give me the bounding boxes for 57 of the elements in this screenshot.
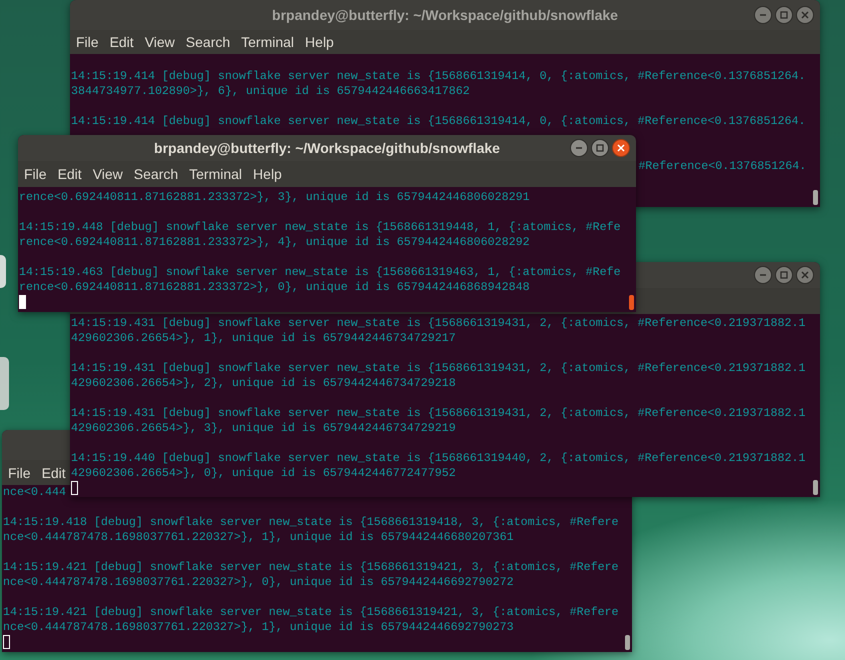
- terminal-line: #Reference<0.1376851264.: [638, 159, 806, 174]
- terminal-line: 3844734977.102890>}, 6}, unique id is 6579442446663417862: [71, 84, 470, 99]
- terminal-line: nce<0.444: [3, 485, 66, 500]
- terminal-line: nce<0.444787478.1698037761.220327>}, 1}, unique id is 6579442446692790273: [3, 620, 514, 635]
- terminal-line: 14:15:19.463 [debug] snowflake server new_state is {1568661319463, 1, {:atomics, #Refe: [19, 265, 621, 280]
- terminal-line: 429602306.26654>}, 1}, unique id is 6579442446734729217: [71, 331, 456, 346]
- menu-item[interactable]: Terminal: [189, 166, 242, 182]
- menu-item[interactable]: Edit: [42, 464, 66, 480]
- maximize-icon: [780, 271, 788, 279]
- terminal-line: 429602306.26654>}, 2}, unique id is 6579442446734729218: [71, 376, 456, 391]
- terminal-line: rence<0.692440811.87162881.233372>}, 4}, unique id is 6579442446806028292: [19, 235, 530, 250]
- menu-item[interactable]: View: [92, 166, 123, 182]
- terminal-line: 14:15:19.440 [debug] snowflake server new_state is {1568661319440, 2, {:atomics, #Reference<0.219371882.1: [71, 451, 806, 466]
- terminal-line: rence<0.692440811.87162881.233372>}, 0}, unique id is 6579442446868942848: [19, 280, 530, 295]
- maximize-icon: [780, 11, 788, 19]
- terminal-line: 14:15:19.448 [debug] snowflake server new_state is {1568661319448, 1, {:atomics, #Refe: [19, 220, 621, 235]
- terminal-line: 14:15:19.414 [debug] snowflake server new_state is {1568661319414, 0, {:atomics, #Reference<0.1376851264.: [71, 69, 806, 84]
- menu-item[interactable]: Help: [253, 166, 282, 182]
- maximize-button[interactable]: [775, 266, 793, 284]
- maximize-button[interactable]: [591, 139, 609, 157]
- menu-item[interactable]: Help: [305, 34, 334, 50]
- scrollbar-thumb[interactable]: [625, 635, 630, 650]
- menu-item[interactable]: Edit: [58, 166, 82, 182]
- menu-item[interactable]: Search: [134, 166, 178, 182]
- scrollbar-thumb[interactable]: [813, 190, 818, 205]
- terminal-line: rence<0.692440811.87162881.233372>}, 3}, unique id is 6579442446806028291: [19, 190, 530, 205]
- menu-item[interactable]: File: [8, 464, 31, 480]
- terminal-line: 14:15:19.431 [debug] snowflake server new_state is {1568661319431, 2, {:atomics, #Reference<0.219371882.1: [71, 406, 806, 421]
- close-icon: [617, 144, 625, 152]
- window-title: brpandey@butterfly: ~/Workspace/github/snowflake: [272, 7, 618, 23]
- terminal-line: 14:15:19.414 [debug] snowflake server new_state is {1568661319414, 0, {:atomics, #Reference<0.1376851264.: [71, 114, 806, 129]
- terminal-line: 14:15:19.431 [debug] snowflake server new_state is {1568661319431, 2, {:atomics, #Reference<0.219371882.1: [71, 361, 806, 376]
- terminal-line: nce<0.444787478.1698037761.220327>}, 0}, unique id is 6579442446692790272: [3, 575, 514, 590]
- menu-item[interactable]: Edit: [110, 34, 134, 50]
- menu-item[interactable]: File: [76, 34, 99, 50]
- close-icon: [801, 11, 809, 19]
- terminal-line: 14:15:19.421 [debug] snowflake server new_state is {1568661319421, 3, {:atomics, #Refere: [3, 560, 619, 575]
- terminal-line: nce<0.444787478.1698037761.220327>}, 1}, unique id is 6579442446680207361: [3, 530, 514, 545]
- menu-item[interactable]: File: [24, 166, 47, 182]
- minimize-button[interactable]: [754, 6, 772, 24]
- window-title: brpandey@butterfly: ~/Workspace/github/snowflake: [154, 140, 500, 156]
- terminal-line: 429602306.26654>}, 0}, unique id is 6579442446772477952: [71, 466, 456, 481]
- terminal-line: 14:15:19.431 [debug] snowflake server new_state is {1568661319431, 2, {:atomics, #Reference<0.219371882.1: [71, 316, 806, 331]
- maximize-icon: [596, 144, 604, 152]
- maximize-button[interactable]: [775, 6, 793, 24]
- minimize-button[interactable]: [754, 266, 772, 284]
- scrollbar-thumb[interactable]: [813, 480, 818, 495]
- terminal-line: 429602306.26654>}, 3}, unique id is 6579442446734729219: [71, 421, 456, 436]
- terminal-line: 14:15:19.421 [debug] snowflake server new_state is {1568661319421, 3, {:atomics, #Refere: [3, 605, 619, 620]
- menu-item[interactable]: Search: [186, 34, 230, 50]
- terminal-line: 14:15:19.418 [debug] snowflake server new_state is {1568661319418, 3, {:atomics, #Refere: [3, 515, 619, 530]
- minimize-button[interactable]: [570, 139, 588, 157]
- menu-item[interactable]: Terminal: [241, 34, 294, 50]
- scrollbar-thumb[interactable]: [629, 295, 634, 310]
- close-icon: [801, 271, 809, 279]
- close-button[interactable]: [612, 139, 630, 157]
- menu-item[interactable]: View: [144, 34, 175, 50]
